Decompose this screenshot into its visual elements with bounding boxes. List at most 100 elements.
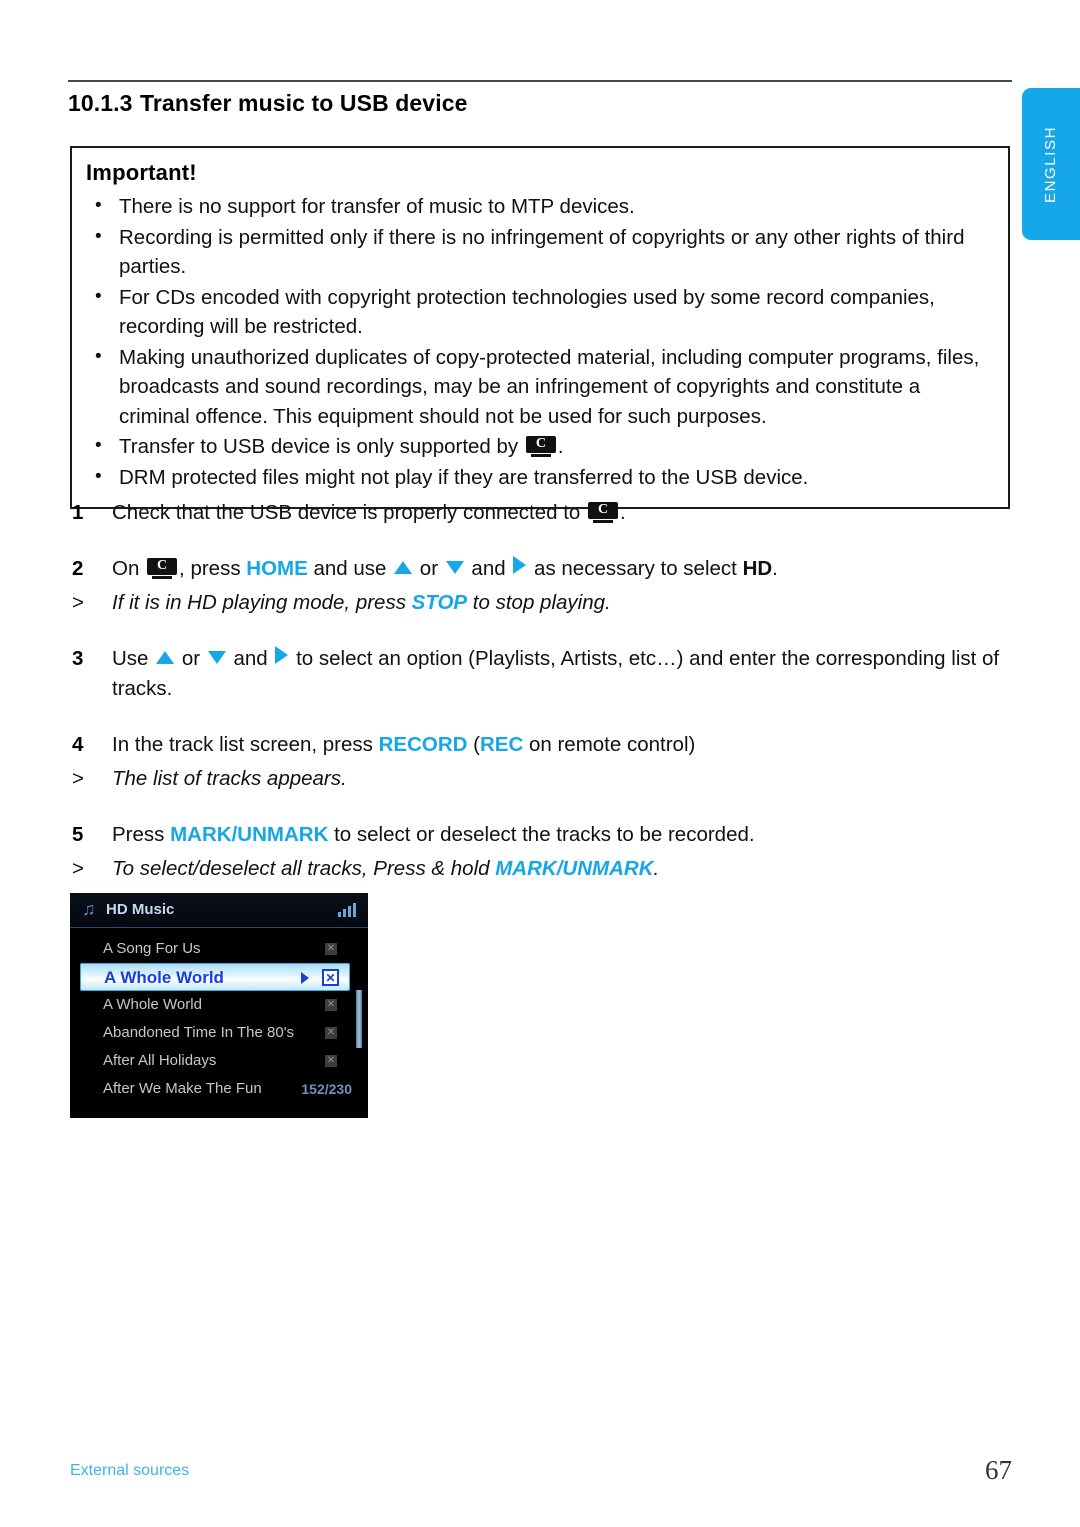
step-number: 2 [72,557,84,580]
key-record: RECORD [378,733,468,756]
step-text-tail: . [620,501,626,524]
step-text: Check that the USB device is properly co… [112,501,587,524]
footer-chapter-label: External sources [70,1462,190,1479]
list-item: Making unauthorized duplicates of copy-p… [86,342,992,432]
list-item: After We Make The Fun 152/230 [80,1075,362,1103]
important-title: Important! [86,160,197,185]
step-number: 5 [72,823,84,846]
bullet-text: Making unauthorized duplicates of copy-p… [119,345,980,428]
right-triangle-icon [513,556,527,574]
language-tab-label: ENGLISH [1042,125,1060,203]
step-text: Use [112,647,155,670]
list-item: Abandoned Time In The 80's ✕ [80,1019,362,1047]
down-triangle-icon [207,651,226,664]
track-name: After We Make The Fun [103,1080,262,1097]
bullet-text: Transfer to USB device is only supported… [119,435,524,458]
step-3: 3 Use or and to select an option (Playlis… [68,644,1012,704]
music-note-icon: ♫ [82,899,96,919]
up-triangle-icon [394,561,413,574]
note-text: If it is in HD playing mode, press [112,591,412,614]
step-number: 3 [72,647,84,670]
step-text-tail: to select or deselect the tracks to be r… [328,823,755,846]
step-number: 4 [72,733,84,756]
center-device-icon: C [588,502,619,523]
step-text: and use [307,557,393,580]
step-text: and [227,647,274,670]
section-title: Transfer music to USB device [140,90,468,116]
step-text: On [112,557,146,580]
device-screen-title: HD Music [106,901,175,918]
key-home: HOME [246,557,308,580]
step-text-tail: on remote control) [523,733,696,756]
device-screen-header: ♫ HD Music [70,893,368,928]
step-text: , press [179,557,247,580]
step-text: ( [467,733,480,756]
important-callout-box: Important! There is no support for trans… [70,146,1010,509]
key-mark-unmark: MARK/UNMARK [495,857,654,880]
list-item: A Whole World ✕ [80,991,362,1019]
step-text: and [465,557,512,580]
step-4: 4 In the track list screen, press RECORD … [68,730,1012,760]
step-text: as necessary to select [528,557,743,580]
procedure-steps: 1 Check that the USB device is properly c… [68,498,1012,910]
page-title: 10.1.3 Transfer music to USB device [68,90,467,117]
header-rule [68,80,1012,82]
note-marker: > [72,767,84,790]
note-marker: > [72,591,84,614]
list-item: After All Holidays ✕ [80,1047,362,1075]
manual-page: ENGLISH 10.1.3 Transfer music to USB devi… [0,0,1080,1527]
note-step-4: > The list of tracks appears. [68,764,1012,794]
track-name: A Whole World [104,968,224,987]
track-mark-icon: ✕ [322,969,339,986]
important-bullet-list: There is no support for transfer of musi… [86,191,992,493]
signal-strength-icon [338,902,356,917]
track-name: A Song For Us [103,940,201,957]
page-number: 67 [985,1455,1012,1485]
list-item: Recording is permitted only if there is … [86,222,992,282]
section-number: 10.1.3 [68,90,133,116]
step-text: Press [112,823,171,846]
note-marker: > [72,857,84,880]
note-text-tail: to stop playing. [467,591,611,614]
right-triangle-icon [275,646,289,664]
note-step-5: > To select/deselect all tracks, Press & … [68,854,1012,884]
step-text: In the track list screen, press [112,733,379,756]
step-1: 1 Check that the USB device is properly c… [68,498,1012,528]
bullet-text: Recording is permitted only if there is … [119,225,965,279]
device-screen-illustration: ♫ HD Music A Song For Us ✕ A Whole World… [70,893,368,1118]
key-mark-unmark: MARK/UNMARK [170,823,329,846]
bullet-text: For CDs encoded with copyright protectio… [119,285,935,339]
step-2: 2 On C, press HOME and use or and as nece… [68,554,1012,584]
track-name: After All Holidays [103,1052,217,1069]
list-item: For CDs encoded with copyright protectio… [86,282,992,342]
track-mark-icon: ✕ [325,943,337,955]
bullet-text: There is no support for transfer of musi… [119,195,635,218]
track-mark-icon: ✕ [325,1027,337,1039]
track-name: A Whole World [103,996,202,1013]
track-mark-icon: ✕ [325,999,337,1011]
step-5: 5 Press MARK/UNMARK to select or deselect… [68,820,1012,850]
center-device-icon: C [525,436,556,457]
key-stop: STOP [411,591,468,614]
key-rec: REC [479,733,524,756]
right-triangle-icon [301,972,309,984]
step-number: 1 [72,501,84,524]
language-tab-english: ENGLISH [1022,88,1080,240]
list-item-selected: A Whole World ✕ [80,963,350,991]
track-counter: 152/230 [301,1081,352,1097]
step-text-tail: . [772,557,778,580]
note-text: To select/deselect all tracks, Press & h… [112,857,496,880]
center-device-icon: C [147,558,178,579]
list-item: There is no support for transfer of musi… [86,191,992,222]
step-text: or [176,647,206,670]
scrollbar-thumb [356,990,362,1048]
note-step-2: > If it is in HD playing mode, press STOP… [68,588,1012,618]
note-text: The list of tracks appears. [112,767,347,790]
list-item: DRM protected files might not play if th… [86,462,992,493]
bullet-text: DRM protected files might not play if th… [119,465,809,489]
track-mark-icon: ✕ [325,1055,337,1067]
up-triangle-icon [156,651,175,664]
down-triangle-icon [445,561,464,574]
note-text-tail: . [653,857,660,880]
device-track-list: A Song For Us ✕ A Whole World ✕ A Whole … [70,928,368,1103]
